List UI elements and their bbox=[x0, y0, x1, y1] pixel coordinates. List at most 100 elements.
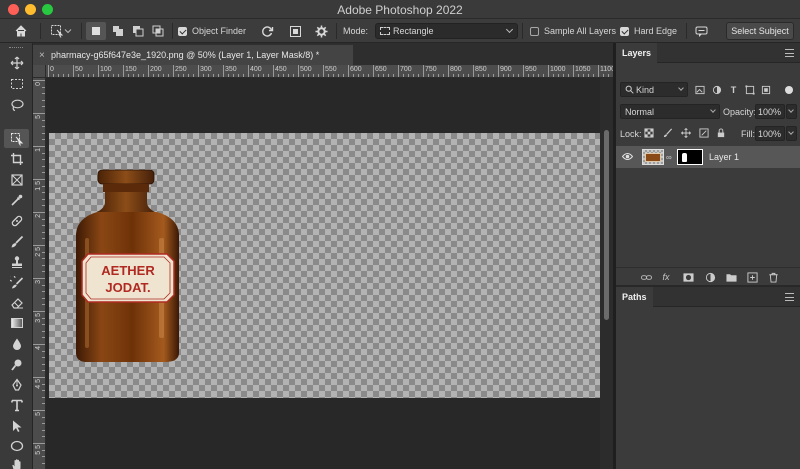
frame-tool[interactable] bbox=[4, 170, 29, 189]
dodge-tool[interactable] bbox=[4, 355, 29, 374]
new-layer-icon[interactable] bbox=[746, 271, 758, 283]
canvas-vertical-scrollbar[interactable] bbox=[600, 78, 613, 469]
opacity-input[interactable]: 100% bbox=[755, 104, 785, 119]
eyedropper-tool[interactable] bbox=[4, 190, 29, 209]
move-tool[interactable] bbox=[4, 53, 29, 72]
add-to-selection-button[interactable] bbox=[108, 22, 128, 40]
object-finder-checkbox[interactable] bbox=[178, 26, 187, 36]
gradient-tool[interactable] bbox=[4, 313, 29, 332]
panel-menu-icon[interactable] bbox=[785, 293, 794, 301]
scrollbar-thumb[interactable] bbox=[604, 130, 609, 320]
document-canvas[interactable]: AETHER JODAT. bbox=[49, 133, 600, 398]
select-subject-button[interactable]: Select Subject bbox=[726, 22, 794, 40]
trash-icon[interactable] bbox=[767, 271, 779, 283]
filter-type-layers-icon[interactable]: T bbox=[728, 84, 739, 95]
layers-panel-header: Layers bbox=[616, 42, 800, 63]
new-group-folder-icon[interactable] bbox=[725, 271, 737, 283]
link-layers-icon[interactable] bbox=[640, 271, 652, 283]
blur-tool[interactable] bbox=[4, 334, 29, 353]
eye-icon[interactable] bbox=[622, 152, 633, 161]
vertical-ruler[interactable]: 0 5 1 1 5 2 2 5 3 3 5 4 4 5 5 5 5 bbox=[33, 65, 46, 469]
lasso-tool[interactable] bbox=[4, 95, 29, 114]
mode-select[interactable]: Rectangle bbox=[375, 23, 518, 39]
lock-label: Lock: bbox=[620, 129, 642, 139]
filter-toggle-switch[interactable] bbox=[785, 86, 793, 94]
brush-tool[interactable] bbox=[4, 232, 29, 251]
filter-shape-layers-icon[interactable] bbox=[744, 84, 755, 95]
ruler-origin[interactable] bbox=[33, 65, 46, 78]
pen-tool[interactable] bbox=[4, 375, 29, 394]
subtract-selection-button[interactable] bbox=[128, 22, 148, 40]
fill-input[interactable]: 100% bbox=[755, 126, 785, 141]
lock-all-icon[interactable] bbox=[715, 127, 726, 138]
opacity-slider-toggle[interactable] bbox=[786, 104, 797, 119]
clone-stamp-tool[interactable] bbox=[4, 252, 29, 271]
lock-transparent-pixels-icon[interactable] bbox=[643, 127, 654, 138]
type-tool[interactable] bbox=[4, 395, 29, 414]
canvas-workspace[interactable]: AETHER JODAT. bbox=[47, 78, 600, 469]
ruler-minor-tick bbox=[42, 423, 45, 425]
share-feedback-button[interactable] bbox=[692, 22, 710, 40]
layer-mask-thumbnail[interactable] bbox=[677, 149, 703, 165]
hand-tool[interactable] bbox=[4, 455, 29, 469]
tab-layers[interactable]: Layers bbox=[616, 42, 658, 63]
ruler-tick bbox=[173, 65, 174, 77]
show-all-objects-button[interactable] bbox=[286, 22, 304, 40]
hard-edge-checkbox[interactable] bbox=[620, 26, 629, 36]
layer-name[interactable]: Layer 1 bbox=[709, 152, 739, 162]
object-selection-tool[interactable] bbox=[4, 129, 29, 148]
ruler-minor-tick bbox=[42, 159, 45, 161]
sample-all-layers-toggle[interactable]: Sample All Layers bbox=[530, 22, 620, 40]
document-tab[interactable]: × pharmacy-g65f647e3e_1920.png @ 50% (La… bbox=[33, 45, 353, 65]
layer-style-fx-icon[interactable]: fx bbox=[660, 271, 672, 283]
link-icon[interactable]: ∞ bbox=[666, 153, 672, 162]
toolbar-grip[interactable] bbox=[9, 47, 23, 49]
tool-preset-picker[interactable] bbox=[46, 22, 76, 40]
ellipse-tool[interactable] bbox=[4, 436, 29, 455]
blend-mode-select[interactable]: Normal bbox=[620, 104, 720, 119]
filter-pixel-layers-icon[interactable] bbox=[694, 84, 705, 95]
horizontal-ruler[interactable]: 0 50 100 150 200 250 300 350 400 450 500 550 600 650 7… bbox=[46, 65, 613, 78]
eraser-tool[interactable] bbox=[4, 293, 29, 312]
intersect-selection-button[interactable] bbox=[148, 22, 168, 40]
fill-slider-toggle[interactable] bbox=[786, 126, 797, 141]
crop-tool[interactable] bbox=[4, 149, 29, 168]
filter-kind-value: Kind bbox=[636, 84, 655, 95]
lock-position-icon[interactable] bbox=[680, 127, 691, 138]
ruler-tick-label: 1100 bbox=[600, 66, 613, 73]
ruler-tick-label: 5 bbox=[35, 412, 42, 416]
object-finder-toggle[interactable]: Object Finder bbox=[178, 22, 258, 40]
history-brush-tool[interactable] bbox=[4, 273, 29, 292]
healing-brush-tool[interactable] bbox=[4, 211, 29, 230]
panel-menu-icon[interactable] bbox=[785, 49, 794, 57]
layer-filter-select[interactable]: Kind bbox=[620, 82, 688, 97]
filter-smart-objects-icon[interactable] bbox=[760, 84, 771, 95]
opacity-value: 100% bbox=[758, 106, 782, 117]
settings-button[interactable] bbox=[312, 22, 330, 40]
home-button[interactable] bbox=[8, 22, 34, 40]
ruler-tick bbox=[598, 65, 599, 77]
ruler-minor-tick bbox=[42, 317, 45, 319]
path-selection-tool[interactable] bbox=[4, 416, 29, 435]
ruler-tick bbox=[423, 65, 424, 77]
refresh-object-finder-button[interactable] bbox=[258, 22, 276, 40]
hard-edge-toggle[interactable]: Hard Edge bbox=[620, 22, 682, 40]
new-selection-button[interactable] bbox=[86, 22, 106, 40]
prevent-autonest-icon[interactable] bbox=[698, 127, 709, 138]
sample-all-layers-checkbox[interactable] bbox=[530, 26, 539, 36]
filter-adjustment-layers-icon[interactable] bbox=[711, 84, 722, 95]
lock-image-pixels-icon[interactable] bbox=[662, 127, 673, 138]
close-icon[interactable]: × bbox=[39, 50, 51, 61]
ruler-tick bbox=[73, 65, 74, 77]
layers-panel: Layers Kind T Normal Opacity: 100% Lock: bbox=[616, 42, 800, 285]
add-mask-icon[interactable] bbox=[682, 271, 694, 283]
layer-thumbnail[interactable] bbox=[642, 149, 664, 165]
adjustment-layer-icon[interactable] bbox=[704, 271, 716, 283]
layer-row[interactable]: ∞ Layer 1 bbox=[616, 146, 800, 168]
tab-paths[interactable]: Paths bbox=[616, 286, 653, 307]
ruler-minor-tick bbox=[42, 99, 45, 101]
ruler-minor-tick bbox=[42, 370, 45, 372]
ruler-tick-label: 700 bbox=[400, 66, 412, 73]
ruler-minor-tick bbox=[42, 330, 45, 332]
marquee-tool[interactable] bbox=[4, 74, 29, 93]
